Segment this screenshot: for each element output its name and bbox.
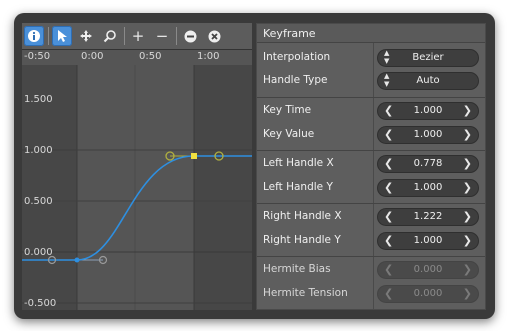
hermite-bias-field[interactable]: ❮ 0.000 ❯	[377, 261, 479, 279]
info-icon	[28, 30, 40, 42]
hermite-bias-label: Hermite Bias	[263, 263, 331, 275]
magnify-icon	[103, 30, 116, 43]
right-handle-x-label: Right Handle X	[263, 210, 342, 222]
chevron-right-icon[interactable]: ❯	[463, 104, 472, 117]
keyframe-point[interactable]	[74, 257, 80, 263]
chevron-right-icon: ❯	[462, 287, 472, 300]
zoom-in-button[interactable]: +	[128, 26, 148, 46]
chevron-right-icon[interactable]: ❯	[463, 234, 472, 247]
minus-circle-icon	[184, 30, 196, 42]
y-axis-label: 0.500	[24, 196, 53, 207]
ruler-tick: -0:50	[24, 51, 51, 62]
arrow-icon	[58, 30, 67, 42]
left-handle-y-field[interactable]: ❮ 1.000 ❯	[377, 179, 479, 197]
key-time-field[interactable]: ❮ 1.000 ❯	[377, 102, 479, 120]
left-handle-x-field[interactable]: ❮ 0.778 ❯	[377, 155, 479, 173]
toolbar-separator	[48, 27, 49, 45]
section-divider	[257, 203, 485, 204]
keyframe-editor-window: + − -0:50 0:00 0:50 1:00 1.500 1.000 0.5…	[14, 13, 495, 319]
selected-keyframe-point[interactable]	[191, 153, 197, 159]
y-axis-label: 1.000	[24, 145, 53, 156]
column-divider	[373, 43, 374, 309]
panel-title: Keyframe	[257, 24, 485, 43]
key-time-label: Key Time	[263, 104, 312, 116]
key-value-field[interactable]: ❮ 1.000 ❯	[377, 126, 479, 144]
remove-key-button[interactable]	[180, 26, 200, 46]
move-icon	[80, 30, 92, 42]
section-divider	[257, 150, 485, 151]
zoom-out-button[interactable]: −	[152, 26, 172, 46]
toolbar-separator	[176, 27, 177, 45]
hermite-tension-label: Hermite Tension	[263, 287, 348, 299]
section-divider	[257, 256, 485, 257]
right-handle-x-field[interactable]: ❮ 1.222 ❯	[377, 208, 479, 226]
handle-type-value: Auto	[416, 75, 440, 86]
y-axis-label: 0.000	[24, 247, 53, 258]
pan-tool-button[interactable]	[76, 26, 96, 46]
interpolation-dropdown[interactable]: ▲ ▼ Bezier	[377, 49, 479, 67]
curve-plot[interactable]: 1.500 1.000 0.500 0.000 -0.500	[22, 65, 252, 310]
toolbar-separator	[124, 27, 125, 45]
close-circle-icon	[208, 30, 220, 42]
chevron-right-icon[interactable]: ❯	[463, 181, 472, 194]
y-axis-label: 1.500	[24, 94, 53, 105]
zoom-tool-button[interactable]	[100, 26, 120, 46]
chevron-right-icon[interactable]: ❯	[463, 210, 472, 223]
info-button[interactable]	[24, 26, 44, 46]
handle-type-label: Handle Type	[263, 74, 328, 86]
hermite-tension-field[interactable]: ❮ 0.000 ❯	[377, 285, 479, 303]
select-tool-button[interactable]	[52, 26, 72, 46]
chevron-right-icon[interactable]: ❯	[463, 157, 472, 170]
right-handle-y-label: Right Handle Y	[263, 234, 341, 246]
chevron-right-icon: ❯	[462, 263, 472, 276]
ruler-tick: 1:00	[197, 51, 220, 62]
right-handle-y-field[interactable]: ❮ 1.000 ❯	[377, 232, 479, 250]
left-handle-x-label: Left Handle X	[263, 157, 334, 169]
chevron-right-icon[interactable]: ❯	[463, 128, 472, 141]
y-axis-label: -0.500	[24, 298, 56, 309]
curve-graph-editor[interactable]: + − -0:50 0:00 0:50 1:00 1.500 1.000 0.5…	[22, 23, 252, 310]
ruler-tick: 0:00	[81, 51, 104, 62]
graph-toolbar: + −	[22, 23, 252, 50]
key-value-label: Key Value	[263, 128, 315, 140]
keyframe-properties-panel: Keyframe Interpolation ▲ ▼ Bezier Handle …	[256, 23, 486, 310]
interpolation-value: Bezier	[412, 52, 444, 63]
handle-type-dropdown[interactable]: ▲ ▼ Auto	[377, 72, 479, 90]
section-divider	[257, 97, 485, 98]
ruler-tick: 0:50	[139, 51, 162, 62]
delete-key-button[interactable]	[204, 26, 224, 46]
time-ruler[interactable]: -0:50 0:00 0:50 1:00	[22, 50, 252, 65]
interpolation-label: Interpolation	[263, 51, 331, 63]
left-handle-y-label: Left Handle Y	[263, 181, 333, 193]
